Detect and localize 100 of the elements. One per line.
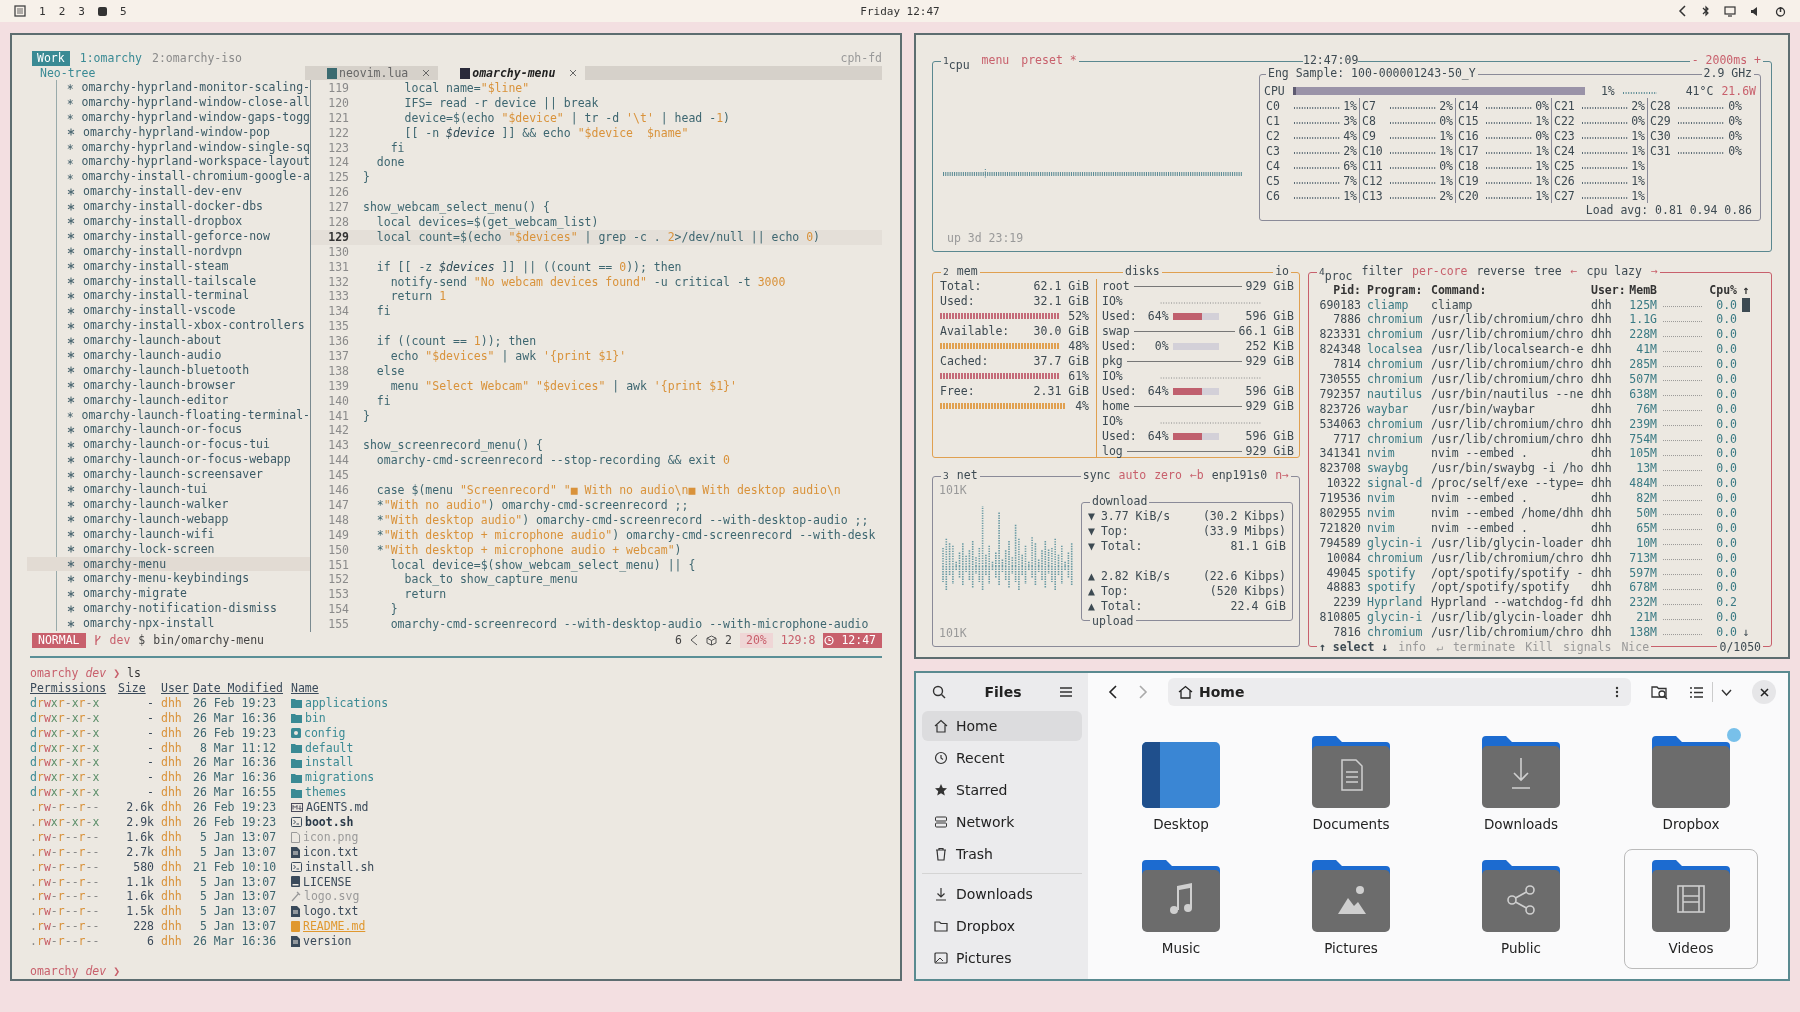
clock[interactable]: Friday 12:47 <box>604 4 1196 18</box>
location-bar[interactable]: Home <box>1168 678 1631 706</box>
folder-item[interactable]: Documents <box>1284 725 1418 845</box>
tree-item[interactable]: omarchy-hyprland-window-close-all <box>57 94 310 110</box>
net-control[interactable]: ←b <box>1187 468 1206 482</box>
tree-item[interactable]: omarchy-launch-screensaver <box>57 467 310 483</box>
tree-item[interactable]: omarchy-install-geforce-now <box>57 228 310 244</box>
tree-item[interactable]: omarchy-launch-about <box>57 333 310 349</box>
tree-item[interactable]: omarchy-install-docker-dbs <box>57 199 310 214</box>
tree-item[interactable]: omarchy-hyprland-workspace-layout <box>57 154 310 170</box>
proc-control[interactable]: cpu lazy <box>1584 264 1644 283</box>
sidebar-item[interactable]: Recent <box>922 743 1082 773</box>
tree-item[interactable]: omarchy-install-nordvpn <box>57 243 310 259</box>
workspace-button[interactable]: 3 <box>78 4 85 18</box>
folder-item[interactable]: Desktop <box>1114 725 1248 845</box>
tree-item[interactable]: omarchy-install-steam <box>57 258 310 274</box>
net-control[interactable]: sync <box>1080 468 1113 482</box>
power-icon[interactable] <box>1775 5 1786 17</box>
tree-item[interactable]: omarchy-install-tailscale <box>57 273 310 289</box>
close-button[interactable] <box>1752 680 1776 704</box>
folder-item[interactable]: Public <box>1454 849 1588 969</box>
tree-item[interactable]: omarchy-launch-walker <box>57 496 310 512</box>
sidebar-item[interactable]: Network <box>922 807 1082 837</box>
proc-control[interactable]: filter <box>1359 264 1406 283</box>
editor-tab[interactable]: neovim.lua <box>305 66 439 80</box>
tree-item[interactable]: omarchy-launch-or-focus-webapp <box>57 452 310 468</box>
tree-item[interactable]: omarchy-install-chromium-google-a <box>57 169 310 185</box>
tree-item[interactable]: omarchy-install-xbox-controllers <box>57 318 310 334</box>
column-header[interactable]: Cpu% <box>1707 282 1737 298</box>
folder-item[interactable]: Pictures <box>1284 849 1418 969</box>
close-icon[interactable] <box>569 69 578 77</box>
tree-item[interactable]: omarchy-lock-screen <box>57 541 310 557</box>
proc-control[interactable]: tree <box>1531 264 1564 283</box>
tree-item[interactable]: omarchy-hyprland-monitor-scaling- <box>57 80 310 95</box>
sidebar-item[interactable]: Downloads <box>922 879 1082 909</box>
proc-control[interactable]: reverse <box>1474 264 1527 283</box>
tree-item[interactable]: omarchy-hyprland-window-pop <box>57 124 310 140</box>
more-options-icon[interactable] <box>1615 686 1619 698</box>
column-header[interactable]: Program: <box>1367 282 1431 298</box>
tree-item[interactable]: omarchy-install-vscode <box>57 303 310 319</box>
box-label[interactable]: $^{1}$cpu <box>941 54 972 72</box>
chevron-left-icon[interactable] <box>1678 5 1688 17</box>
tree-item[interactable]: omarchy-npx-install <box>57 616 310 631</box>
box-label[interactable]: menu <box>979 54 1012 72</box>
column-header[interactable]: User: <box>1591 282 1621 298</box>
proc-control[interactable]: ← <box>1568 264 1580 283</box>
tree-item[interactable]: omarchy-hyprland-window-gaps-togg <box>57 109 310 125</box>
column-header[interactable]: Command: <box>1431 282 1591 298</box>
proc-control[interactable]: $^{4}$proc <box>1317 264 1355 283</box>
sidebar-item[interactable]: Pictures <box>922 943 1082 973</box>
close-icon[interactable] <box>422 69 431 77</box>
folder-item[interactable]: Music <box>1114 849 1248 969</box>
folder-item[interactable]: Dropbox <box>1624 725 1758 845</box>
tree-item[interactable]: omarchy-launch-or-focus-tui <box>57 437 310 453</box>
tree-item[interactable]: omarchy-launch-webapp <box>57 511 310 527</box>
search-icon[interactable] <box>932 685 946 699</box>
workspace-button[interactable]: 2 <box>58 4 66 18</box>
window-icon[interactable] <box>14 5 26 17</box>
tree-item[interactable]: omarchy-install-dev-env <box>57 184 310 200</box>
net-control[interactable]: enp191s0 <box>1209 468 1270 482</box>
tree-item[interactable]: omarchy-menu-keybindings <box>57 571 310 587</box>
sidebar-item[interactable]: Home <box>922 711 1082 741</box>
tree-item[interactable]: omarchy-launch-wifi <box>57 526 310 542</box>
tree-item[interactable]: omarchy-launch-bluetooth <box>57 362 310 378</box>
scroll-down-arrow[interactable]: ↓ <box>1741 625 1751 640</box>
net-control[interactable]: n→ <box>1273 468 1291 482</box>
tree-item[interactable]: omarchy-migrate <box>57 586 310 602</box>
bluetooth-icon[interactable] <box>1702 5 1710 17</box>
scroll-up-arrow[interactable]: ↑ <box>1741 282 1751 298</box>
sidebar-item[interactable]: Trash <box>922 839 1082 869</box>
tree-item[interactable]: omarchy-install-terminal <box>57 288 310 304</box>
menu-icon[interactable] <box>1060 687 1072 697</box>
tree-item[interactable]: omarchy-launch-or-focus <box>57 422 310 438</box>
workspace-button[interactable]: 5 <box>119 4 127 18</box>
tree-item[interactable]: omarchy-launch-audio <box>57 348 310 363</box>
proc-control[interactable]: per-core <box>1410 264 1470 283</box>
dropdown-icon[interactable] <box>1721 688 1732 696</box>
tree-item[interactable]: omarchy-menu <box>27 556 310 572</box>
scrollbar-thumb[interactable] <box>1742 297 1750 312</box>
proc-action[interactable]: ↑ select ↓ <box>1317 641 1391 654</box>
list-view-icon[interactable] <box>1689 685 1704 699</box>
monitor-icon[interactable] <box>1724 5 1736 17</box>
net-control[interactable]: auto <box>1116 468 1149 482</box>
folder-item[interactable]: Videos <box>1624 849 1758 969</box>
window-tab[interactable]: 1:omarchy <box>79 51 142 66</box>
active-workspace-icon[interactable] <box>97 6 107 16</box>
tree-item[interactable]: omarchy-hyprland-window-single-sq <box>57 139 310 155</box>
sidebar-item[interactable]: Dropbox <box>922 911 1082 941</box>
proc-control[interactable]: → <box>1648 264 1660 283</box>
tree-item[interactable]: omarchy-launch-tui <box>57 482 310 497</box>
tree-item[interactable]: omarchy-launch-floating-terminal- <box>57 407 310 423</box>
tree-item[interactable]: omarchy-launch-browser <box>57 377 310 393</box>
workspace-button[interactable]: 1 <box>39 4 46 18</box>
interval-control[interactable]: - 2000ms + <box>1689 54 1763 67</box>
tree-item[interactable]: omarchy-notification-dismiss <box>57 601 310 617</box>
folder-item[interactable]: Downloads <box>1454 725 1588 845</box>
column-header[interactable]: Pid: <box>1315 282 1361 298</box>
box-label[interactable]: preset * <box>1019 54 1079 72</box>
tree-item[interactable]: omarchy-launch-editor <box>57 392 310 408</box>
tree-item[interactable]: omarchy-install-dropbox <box>57 214 310 229</box>
